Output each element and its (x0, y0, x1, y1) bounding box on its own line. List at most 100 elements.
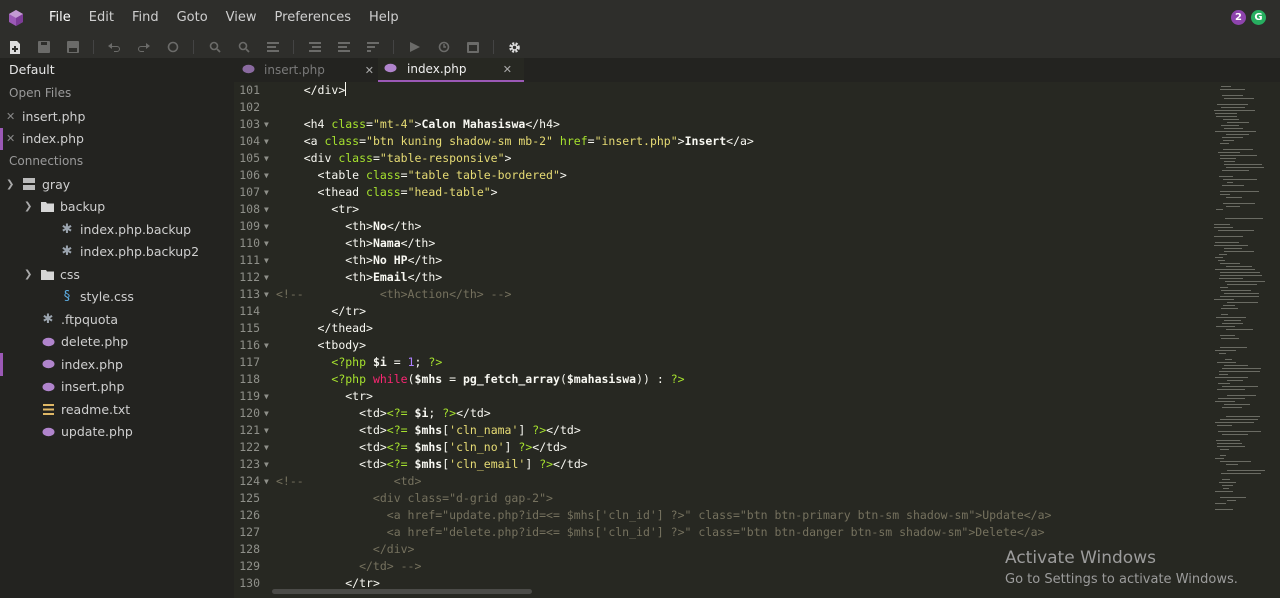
minimap-line (1220, 497, 1246, 498)
fold-icon[interactable]: ▼ (264, 269, 269, 286)
minimap-line (1226, 416, 1260, 417)
tree-item-backup[interactable]: ❯ backup (0, 196, 234, 219)
fold-icon[interactable]: ▼ (264, 201, 269, 218)
tree-item-file[interactable]: update.php (0, 421, 234, 444)
minimap-line (1220, 461, 1251, 462)
sidebar-header[interactable]: Default (0, 58, 234, 82)
outdent-icon[interactable] (335, 40, 352, 54)
code-line: 125 <div class="d-grid gap-2"> (234, 490, 1210, 507)
chevron-down-icon[interactable]: ❯ (6, 179, 18, 190)
tree-item-file[interactable]: readme.txt (0, 398, 234, 421)
fold-icon[interactable]: ▼ (264, 388, 269, 405)
minimap-line (1225, 281, 1265, 282)
php-file-icon (384, 62, 397, 76)
menu-preferences[interactable]: Preferences (266, 0, 360, 36)
code-line: 113 ▼ <!-- <th>Action</th> --> (234, 286, 1210, 303)
minimap-line (1224, 128, 1243, 129)
menu-view[interactable]: View (217, 0, 266, 36)
line-number: 104 (239, 134, 260, 148)
sort-icon[interactable] (364, 40, 381, 54)
fold-icon[interactable]: ▼ (264, 184, 269, 201)
minimap-line (1223, 119, 1239, 120)
fold-icon[interactable]: ▼ (264, 116, 269, 133)
minimap-line (1227, 395, 1256, 396)
code-line: 118 <?php while($mhs = pg_fetch_array($m… (234, 371, 1210, 388)
minimap-line (1217, 425, 1232, 426)
code-text: <!-- <th>Action</th> --> (276, 287, 512, 301)
close-icon[interactable]: ✕ (503, 63, 512, 76)
fold-icon[interactable]: ▼ (264, 405, 269, 422)
tree-label: css (60, 266, 80, 282)
tree-item-file[interactable]: ✱ .ftpquota (0, 308, 234, 331)
line-number: 128 (239, 542, 260, 556)
menu-find[interactable]: Find (123, 0, 168, 36)
avatar-number[interactable]: 2 (1231, 10, 1246, 25)
fold-icon[interactable]: ▼ (264, 235, 269, 252)
fold-icon[interactable]: ▼ (264, 473, 269, 490)
close-icon[interactable]: ✕ (6, 110, 18, 123)
preview-icon[interactable] (464, 40, 481, 54)
code-line: 122 ▼ <td><?= $mhs['cln_no'] ?></td> (234, 439, 1210, 456)
open-file-item[interactable]: ✕ index.php (0, 127, 234, 151)
tree-item-css[interactable]: ❯ css (0, 263, 234, 286)
tree-item-file[interactable]: insert.php (0, 376, 234, 399)
search-replace-icon[interactable] (235, 40, 252, 54)
reload-icon[interactable] (164, 40, 181, 54)
menubar: File Edit Find Goto View Preferences Hel… (0, 0, 1280, 36)
new-file-icon[interactable] (6, 40, 23, 54)
settings-icon[interactable] (506, 40, 523, 54)
menu-help[interactable]: Help (360, 0, 408, 36)
indent-icon[interactable] (306, 40, 323, 54)
toolbar (0, 36, 1280, 58)
minimap-line (1224, 404, 1250, 405)
open-file-item[interactable]: ✕ insert.php (0, 105, 234, 128)
run-icon[interactable] (406, 40, 423, 54)
tab-index-php[interactable]: index.php ✕ (378, 58, 524, 82)
save-all-icon[interactable] (64, 40, 81, 54)
search-icon[interactable] (206, 40, 223, 54)
redo-icon[interactable] (135, 40, 152, 54)
tab-insert-php[interactable]: insert.php ✕ (242, 58, 374, 82)
fold-icon[interactable]: ▼ (264, 422, 269, 439)
horizontal-scrollbar[interactable] (272, 589, 532, 594)
tree-item-file[interactable]: § style.css (0, 286, 234, 309)
minimap-line (1226, 464, 1238, 465)
close-icon[interactable]: ✕ (365, 64, 374, 77)
fold-icon[interactable]: ▼ (264, 456, 269, 473)
minimap-line (1226, 329, 1253, 330)
tree-label: index.php (61, 356, 123, 372)
menu-edit[interactable]: Edit (80, 0, 123, 36)
tree-item-file[interactable]: delete.php (0, 331, 234, 354)
format-icon[interactable] (264, 40, 281, 54)
fold-icon[interactable]: ▼ (264, 133, 269, 150)
menu-goto[interactable]: Goto (168, 0, 217, 36)
tree-item-file[interactable]: ✱ index.php.backup2 (0, 241, 234, 264)
tree-item-gray[interactable]: ❯ gray (0, 173, 234, 196)
tree-label: style.css (80, 289, 134, 305)
fold-icon[interactable]: ▼ (264, 150, 269, 167)
chevron-down-icon[interactable]: ❯ (24, 269, 36, 280)
fold-icon[interactable]: ▼ (264, 286, 269, 303)
toolbar-divider (493, 40, 494, 54)
fold-icon[interactable]: ▼ (264, 337, 269, 354)
minimap[interactable] (1210, 82, 1280, 598)
chevron-down-icon[interactable]: ❯ (24, 201, 36, 212)
minimap-line (1216, 317, 1246, 318)
save-icon[interactable] (35, 40, 52, 54)
line-number: 102 (239, 100, 260, 114)
avatar-user[interactable]: G (1251, 10, 1266, 25)
history-icon[interactable] (435, 40, 452, 54)
fold-icon[interactable]: ▼ (264, 252, 269, 269)
tree-item-file[interactable]: index.php (0, 353, 234, 376)
close-icon[interactable]: ✕ (6, 132, 18, 145)
fold-icon[interactable]: ▼ (264, 439, 269, 456)
fold-icon[interactable]: ▼ (264, 167, 269, 184)
undo-icon[interactable] (106, 40, 123, 54)
minimap-line (1216, 209, 1223, 210)
code-editor[interactable]: 101 </div> 102 103 ▼ <h4 class="mt-4">Cal… (234, 82, 1210, 598)
fold-icon[interactable]: ▼ (264, 218, 269, 235)
minimap-line (1215, 257, 1223, 258)
menu-file[interactable]: File (40, 0, 80, 36)
tree-item-file[interactable]: ✱ index.php.backup (0, 218, 234, 241)
minimap-line (1222, 137, 1243, 138)
